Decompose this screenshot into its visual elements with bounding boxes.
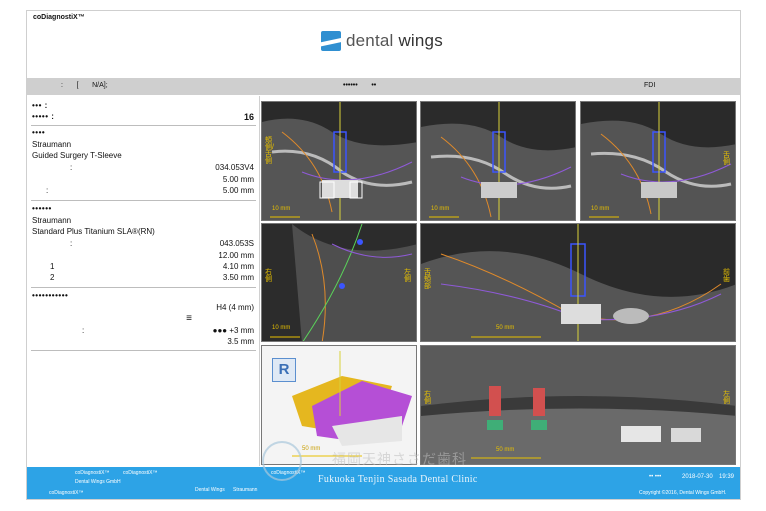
- guide-value-3: ●●● +3 mm: [212, 326, 254, 335]
- sleeve-value-3: 5.00 mm: [222, 186, 254, 195]
- divider: [31, 125, 256, 126]
- implant-section-title: ••••••: [32, 204, 52, 213]
- guide-glyph: ≡: [186, 313, 192, 324]
- view-side-label: 舌側: [723, 152, 730, 166]
- panoramic-xray-image: [421, 346, 735, 464]
- view-left-label: 左側: [723, 391, 730, 405]
- sleeve-art-label: :: [70, 163, 73, 172]
- ct-slice-3-image: [581, 102, 735, 220]
- ct-slice-2-image: [421, 102, 575, 220]
- scale-label: 10 mm: [591, 206, 610, 212]
- guide-label-3: :: [82, 326, 85, 335]
- logo-word-dental: dental: [346, 31, 399, 50]
- footer-text-6: Straumann: [233, 487, 258, 493]
- footer-right-dots: •• •••: [649, 474, 662, 480]
- guide-value-4: 3.5 mm: [227, 337, 254, 346]
- info-bar: : [ N/A]; •••••• •• FDI: [27, 78, 740, 95]
- dental-wings-logo: dental wings: [321, 31, 443, 51]
- footer-time: 19:39: [719, 474, 735, 480]
- scale-label: 50 mm: [302, 446, 321, 452]
- app-title: coDiagnostiX™: [33, 14, 85, 21]
- tooth-label: ••• :: [32, 101, 48, 110]
- tooth-number: 16: [243, 112, 254, 122]
- divider: [31, 287, 256, 288]
- scale-label: 10 mm: [431, 206, 450, 212]
- bar-center-text: •••••• ••: [343, 82, 377, 89]
- view-side-label: 頬側/舌側: [265, 137, 274, 165]
- view-front-label: 前歯: [723, 269, 730, 283]
- implant-value-4: 3.50 mm: [222, 273, 254, 282]
- sleeve-art-value: 034.053V4: [215, 163, 254, 172]
- implant-art-value: 043.053S: [219, 239, 254, 248]
- sleeve-brand: Straumann: [32, 140, 72, 149]
- scale-label: 50 mm: [496, 447, 515, 453]
- footer-text-4: coDiagnostiX™: [49, 490, 84, 496]
- sleeve-label-3: :: [46, 186, 49, 195]
- vertical-divider: [259, 96, 260, 466]
- footer-date: 2018-07-30: [682, 474, 713, 480]
- implant-label-3: 1: [50, 262, 55, 271]
- view-right-label: 右側: [265, 269, 272, 283]
- guide-section-title: •••••••••••: [32, 291, 69, 300]
- bar-left-text: : [ N/A];: [61, 82, 108, 89]
- footer-text-1: coDiagnostiX™: [75, 470, 110, 476]
- clinic-watermark: Fukuoka Tenjin Sasada Dental Clinic: [318, 474, 478, 485]
- implant-brand: Straumann: [32, 216, 72, 225]
- divider: [31, 200, 256, 201]
- report-details: ••• : ••••• : 16 •••• Straumann Guided Su…: [27, 96, 260, 466]
- logo-mark-icon: [321, 31, 341, 51]
- implant-value-2: 12.00 mm: [218, 251, 254, 260]
- clinic-watermark-jp: 福岡天神ささだ歯科: [332, 453, 467, 468]
- view-left-label: 左側: [404, 269, 411, 283]
- implant-name: Standard Plus Titanium SLA®(RN): [32, 227, 155, 236]
- panoramic-xray-panel[interactable]: 右側 左側 50 mm: [420, 345, 736, 465]
- clinic-seal-icon: [262, 441, 302, 481]
- scale-label: 50 mm: [496, 325, 515, 331]
- ct-slice-panel-2[interactable]: 10 mm: [420, 101, 576, 221]
- footer-text-3: Dental Wings GmbH: [75, 479, 121, 485]
- position-label: ••••• :: [32, 112, 55, 121]
- logo-word-wings: wings: [398, 31, 443, 50]
- panoramic-slice-image: [421, 224, 735, 341]
- implant-art-label: :: [70, 239, 73, 248]
- panoramic-slice-panel[interactable]: 舌頬部 前歯 50 mm: [420, 223, 736, 342]
- view-side-label: 舌頬部: [424, 269, 431, 290]
- view-right-label: 右側: [424, 391, 431, 405]
- scale-label: 10 mm: [272, 206, 291, 212]
- sleeve-section-title: ••••: [32, 128, 46, 137]
- implant-value-3: 4.10 mm: [222, 262, 254, 271]
- footer-copyright: Copyright ©2016, Dental Wings GmbH.: [639, 490, 727, 496]
- implant-label-4: 2: [50, 273, 55, 282]
- ct-slice-panel-3[interactable]: 舌側 10 mm: [580, 101, 736, 221]
- ct-slice-panel-1[interactable]: 頬側/舌側 10 mm: [261, 101, 417, 221]
- orientation-badge[interactable]: R: [272, 358, 296, 382]
- divider: [31, 350, 256, 351]
- sleeve-value-2: 5.00 mm: [222, 175, 254, 184]
- bar-notation: FDI: [644, 82, 656, 89]
- guide-value-1: H4 (4 mm): [216, 303, 254, 312]
- scale-label: 10 mm: [272, 325, 291, 331]
- axial-view-panel[interactable]: 右側 左側 10 mm: [261, 223, 417, 342]
- footer-text-5: Dental Wings: [195, 487, 225, 493]
- footer-text-2: coDiagnostiX™: [123, 470, 158, 476]
- sleeve-name: Guided Surgery T-Sleeve: [32, 151, 122, 160]
- ct-slice-1-image: [262, 102, 416, 220]
